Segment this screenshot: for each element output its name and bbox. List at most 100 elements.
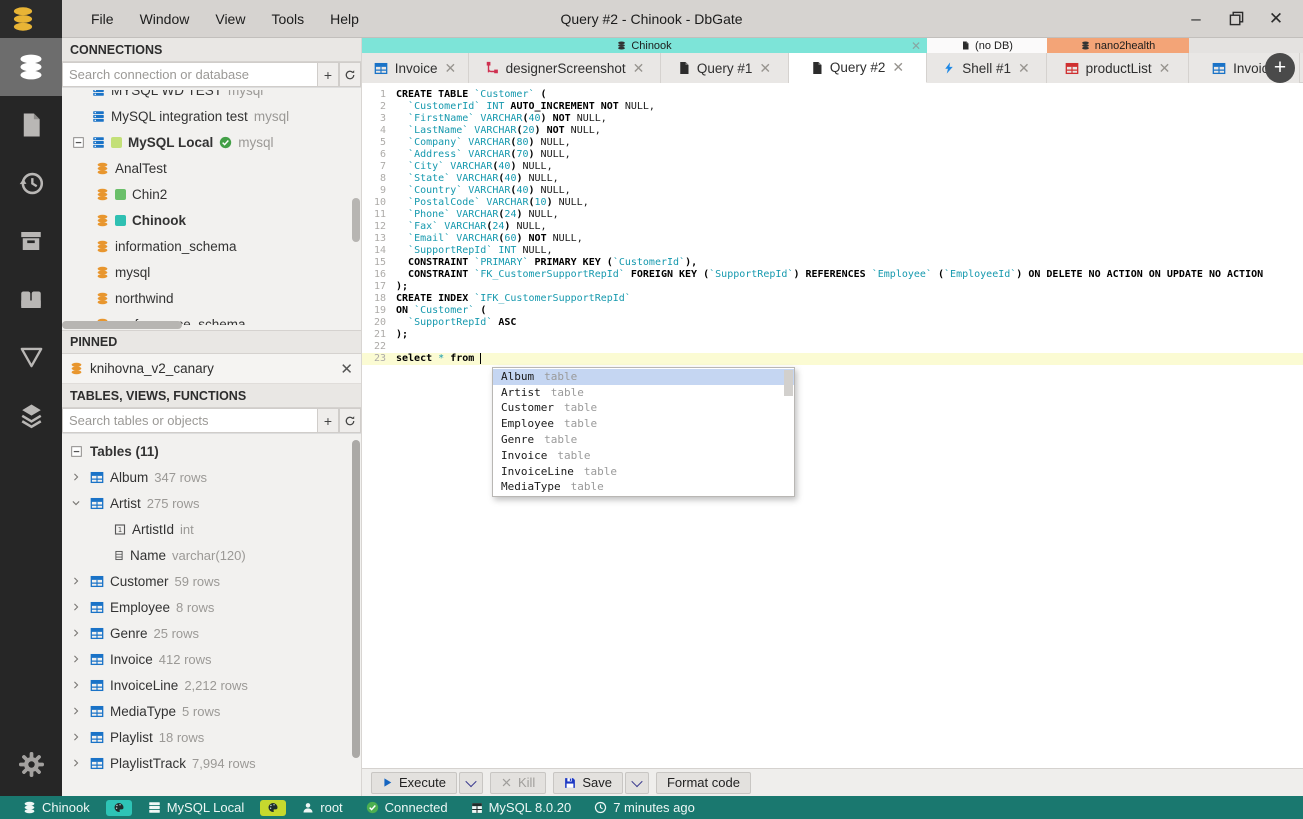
tab-query-1[interactable]: Query #1 ✕ <box>661 53 789 83</box>
rail-item-book[interactable] <box>0 270 62 328</box>
code-line: 14 `SupportRepId` INT NULL, <box>362 245 1303 257</box>
add-connection-button[interactable]: + <box>317 62 339 87</box>
autocomplete-item[interactable]: Employee table <box>493 416 794 432</box>
autocomplete-item[interactable]: Artist table <box>493 385 794 401</box>
rail-item-history[interactable] <box>0 154 62 212</box>
autocomplete-item[interactable]: Invoice table <box>493 448 794 464</box>
database-icon <box>17 53 45 81</box>
table-row[interactable]: Artist 275 rows <box>62 490 361 516</box>
chevron-down-icon[interactable] <box>71 498 81 508</box>
pinned-item[interactable]: knihovna_v2_canary ✕ <box>62 354 361 384</box>
connection-item[interactable]: mysql <box>62 259 361 285</box>
connection-item[interactable]: AnalTest <box>62 155 361 181</box>
theme-badge[interactable] <box>105 799 132 816</box>
tab-query-2[interactable]: Query #2 ✕ <box>789 53 927 83</box>
chevron-right-icon[interactable] <box>71 576 81 586</box>
chevron-right-icon[interactable] <box>71 472 81 482</box>
menu-file[interactable]: File <box>80 7 125 31</box>
connection-item[interactable]: Chin2 <box>62 181 361 207</box>
table-row[interactable]: Invoice 412 rows <box>62 646 361 672</box>
restore-button[interactable] <box>1223 6 1249 32</box>
menu-help[interactable]: Help <box>319 7 370 31</box>
menu-tools[interactable]: Tools <box>260 7 315 31</box>
tab-label: productList <box>1085 60 1152 76</box>
close-tab-button[interactable]: ✕ <box>445 60 457 77</box>
tab-productlist[interactable]: productList ✕ <box>1047 53 1189 83</box>
execute-button[interactable]: Execute <box>371 771 457 794</box>
collapse-icon[interactable] <box>72 136 84 148</box>
rail-item-settings[interactable] <box>0 732 62 796</box>
tab-shell-1[interactable]: Shell #1 ✕ <box>927 53 1047 83</box>
refresh-connections-button[interactable] <box>339 62 361 87</box>
item-detail: 25 rows <box>153 625 200 641</box>
file-dark-icon <box>678 61 690 75</box>
rail-item-funnel[interactable] <box>0 328 62 386</box>
connections-search-input[interactable] <box>62 62 317 87</box>
close-group-button[interactable]: ✕ <box>911 39 921 53</box>
column-row[interactable]: Name varchar(120) <box>62 542 361 568</box>
close-button[interactable]: ✕ <box>1263 6 1289 32</box>
execute-button-dropdown[interactable] <box>458 771 483 794</box>
table-row[interactable]: InvoiceLine 2,212 rows <box>62 672 361 698</box>
connection-item[interactable]: MySQL integration test mysql <box>62 103 361 129</box>
chevron-right-icon[interactable] <box>71 602 81 612</box>
connection-item[interactable]: MySQL Local mysql <box>62 129 361 155</box>
tables-root[interactable]: Tables (11) <box>62 438 361 464</box>
add-table-button[interactable]: + <box>317 408 339 433</box>
table-row[interactable]: Playlist 18 rows <box>62 724 361 750</box>
rail-item-layers[interactable] <box>0 386 62 444</box>
kill-button[interactable]: Kill <box>489 771 547 794</box>
chevron-right-icon[interactable] <box>71 680 81 690</box>
save-button-dropdown[interactable] <box>624 771 649 794</box>
table-row[interactable]: Album 347 rows <box>62 464 361 490</box>
unpin-button[interactable]: ✕ <box>340 360 353 378</box>
tab-designerscreenshot[interactable]: designerScreenshot ✕ <box>469 53 661 83</box>
rail-item-file[interactable] <box>0 96 62 154</box>
chevron-right-icon[interactable] <box>71 628 81 638</box>
table-row[interactable]: Customer 59 rows <box>62 568 361 594</box>
format-code-button[interactable]: Format code <box>655 771 751 794</box>
close-tab-button[interactable]: ✕ <box>1159 60 1171 77</box>
chevron-right-icon[interactable] <box>71 654 81 664</box>
autocomplete-item[interactable]: InvoiceLine table <box>493 464 794 480</box>
autocomplete-item[interactable]: MediaType table <box>493 480 794 496</box>
connections-horizontal-scrollbar[interactable] <box>62 321 182 329</box>
column-row[interactable]: 1 ArtistId int <box>62 516 361 542</box>
rail-item-database[interactable] <box>0 38 62 96</box>
chevron-right-icon[interactable] <box>71 732 81 742</box>
save-button[interactable]: Save <box>553 771 623 794</box>
chevron-right-icon[interactable] <box>71 706 81 716</box>
tables-search-input[interactable] <box>62 408 317 433</box>
minimize-button[interactable]: – <box>1183 6 1209 32</box>
minus-box-icon[interactable] <box>70 445 82 457</box>
theme-badge[interactable] <box>260 799 287 816</box>
table-row[interactable]: Genre 25 rows <box>62 620 361 646</box>
chevron-right-icon[interactable] <box>71 758 81 768</box>
rail-item-archive[interactable] <box>0 212 62 270</box>
autocomplete-item[interactable]: Customer table <box>493 401 794 417</box>
autocomplete-scrollbar[interactable] <box>784 370 793 396</box>
autocomplete-item[interactable]: Genre table <box>493 432 794 448</box>
autocomplete-item[interactable]: Album table <box>493 369 794 385</box>
tables-vertical-scrollbar[interactable] <box>352 440 360 758</box>
close-tab-button[interactable]: ✕ <box>759 60 771 77</box>
connection-item[interactable]: Chinook <box>62 207 361 233</box>
table-row[interactable]: Employee 8 rows <box>62 594 361 620</box>
connections-vertical-scrollbar[interactable] <box>352 198 360 242</box>
tab-invoice[interactable]: Invoice ✕ <box>362 53 469 83</box>
connection-item[interactable]: MYSQL WD TEST mysql <box>62 90 361 103</box>
menu-window[interactable]: Window <box>129 7 201 31</box>
table-row[interactable]: PlaylistTrack 7,994 rows <box>62 750 361 776</box>
connection-item[interactable]: information_schema <box>62 233 361 259</box>
tab-label: Query #2 <box>829 60 886 75</box>
close-tab-button[interactable]: ✕ <box>892 59 904 76</box>
close-tab-button[interactable]: ✕ <box>1018 60 1030 77</box>
connection-item[interactable]: northwind <box>62 285 361 311</box>
table-row[interactable]: MediaType 5 rows <box>62 698 361 724</box>
refresh-tables-button[interactable] <box>339 408 361 433</box>
new-tab-button[interactable]: + <box>1265 53 1295 83</box>
sql-editor[interactable]: 1 CREATE TABLE `Customer` (2 `CustomerId`… <box>362 83 1303 768</box>
menu-view[interactable]: View <box>204 7 256 31</box>
line-number: 14 <box>373 245 386 256</box>
close-tab-button[interactable]: ✕ <box>633 60 645 77</box>
